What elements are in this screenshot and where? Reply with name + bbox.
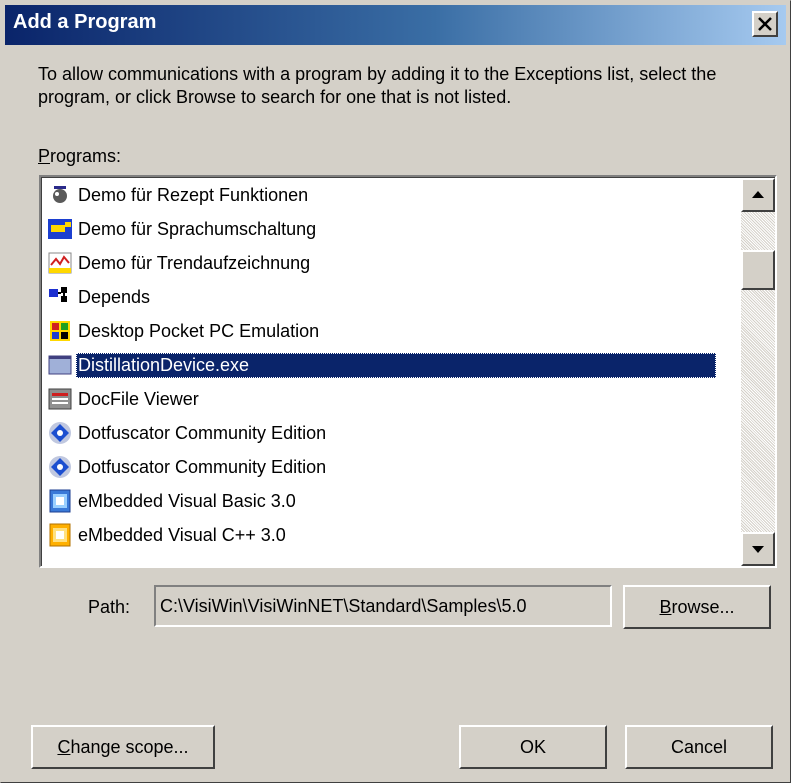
recipe-icon xyxy=(48,183,72,207)
program-list-item[interactable]: Dotfuscator Community Edition xyxy=(48,450,738,484)
programs-label: Programs: xyxy=(38,146,121,167)
programs-list[interactable]: Demo für Rezept Funktionen Demo für Sprac… xyxy=(39,175,777,568)
path-field[interactable]: C:\VisiWin\VisiWinNET\Standard\Samples\5… xyxy=(154,585,612,627)
programs-list-items: Demo für Rezept Funktionen Demo für Sprac… xyxy=(48,178,738,552)
program-list-item[interactable]: eMbedded Visual C++ 3.0 xyxy=(48,518,738,552)
program-list-item[interactable]: eMbedded Visual Basic 3.0 xyxy=(48,484,738,518)
program-label: DocFile Viewer xyxy=(78,388,199,409)
dotfuscator-icon xyxy=(48,455,72,479)
change-scope-button[interactable]: Change scope... xyxy=(31,725,215,769)
change-scope-mnemonic: C xyxy=(57,737,71,757)
arrow-down-icon xyxy=(752,546,764,553)
evc-icon xyxy=(48,523,72,547)
change-scope-rest: hange scope... xyxy=(70,737,189,757)
program-label: Demo für Trendaufzeichnung xyxy=(78,252,311,273)
program-label: Demo für Rezept Funktionen xyxy=(78,184,309,205)
browse-button-mnemonic: B xyxy=(659,597,672,617)
depends-icon xyxy=(48,285,72,309)
title-bar[interactable]: Add a Program xyxy=(5,5,786,45)
scroll-up-button[interactable] xyxy=(741,178,775,212)
vertical-scrollbar[interactable] xyxy=(741,178,775,566)
docfile-viewer-icon xyxy=(48,387,72,411)
program-list-item[interactable]: DocFile Viewer xyxy=(48,382,738,416)
program-list-item[interactable]: Demo für Sprachumschaltung xyxy=(48,212,738,246)
programs-label-rest: rograms: xyxy=(50,146,122,166)
language-flag-icon xyxy=(48,217,72,241)
add-program-dialog: Add a Program To allow communications wi… xyxy=(0,0,791,783)
scroll-down-button[interactable] xyxy=(741,532,775,566)
program-label: Demo für Sprachumschaltung xyxy=(78,218,317,239)
programs-list-frame: Demo für Rezept Funktionen Demo für Sprac… xyxy=(41,177,775,566)
program-list-item[interactable]: Demo für Rezept Funktionen xyxy=(48,178,738,212)
close-button[interactable] xyxy=(752,11,778,37)
evb-icon xyxy=(48,489,72,513)
program-list-item[interactable]: Demo für Trendaufzeichnung xyxy=(48,246,738,280)
window-title: Add a Program xyxy=(13,11,157,33)
ok-button[interactable]: OK xyxy=(459,725,607,769)
program-label: Dotfuscator Community Edition xyxy=(78,456,327,477)
browse-button[interactable]: Browse... xyxy=(623,585,771,629)
close-icon xyxy=(758,17,772,31)
cancel-button[interactable]: Cancel xyxy=(625,725,773,769)
program-label: Desktop Pocket PC Emulation xyxy=(78,320,320,341)
emulator-icon xyxy=(48,319,72,343)
dotfuscator-icon xyxy=(48,421,72,445)
scroll-thumb[interactable] xyxy=(741,250,775,290)
browse-button-rest: rowse... xyxy=(671,597,735,617)
path-label: Path: xyxy=(88,597,131,617)
program-list-item[interactable]: Dotfuscator Community Edition xyxy=(48,416,738,450)
program-list-item[interactable]: Desktop Pocket PC Emulation xyxy=(48,314,738,348)
program-label: Depends xyxy=(78,286,151,307)
app-window-icon xyxy=(48,353,72,377)
program-list-item[interactable]: Depends xyxy=(48,280,738,314)
program-label: Dotfuscator Community Edition xyxy=(78,422,327,443)
program-list-item[interactable]: DistillationDevice.exe xyxy=(48,348,738,382)
program-label: eMbedded Visual C++ 3.0 xyxy=(78,524,286,545)
programs-label-mnemonic: P xyxy=(38,146,51,166)
trend-chart-icon xyxy=(48,251,72,275)
program-label: DistillationDevice.exe xyxy=(76,352,716,378)
description-text: To allow communications with a program b… xyxy=(38,64,717,107)
arrow-up-icon xyxy=(752,191,764,198)
program-label: eMbedded Visual Basic 3.0 xyxy=(78,490,296,511)
